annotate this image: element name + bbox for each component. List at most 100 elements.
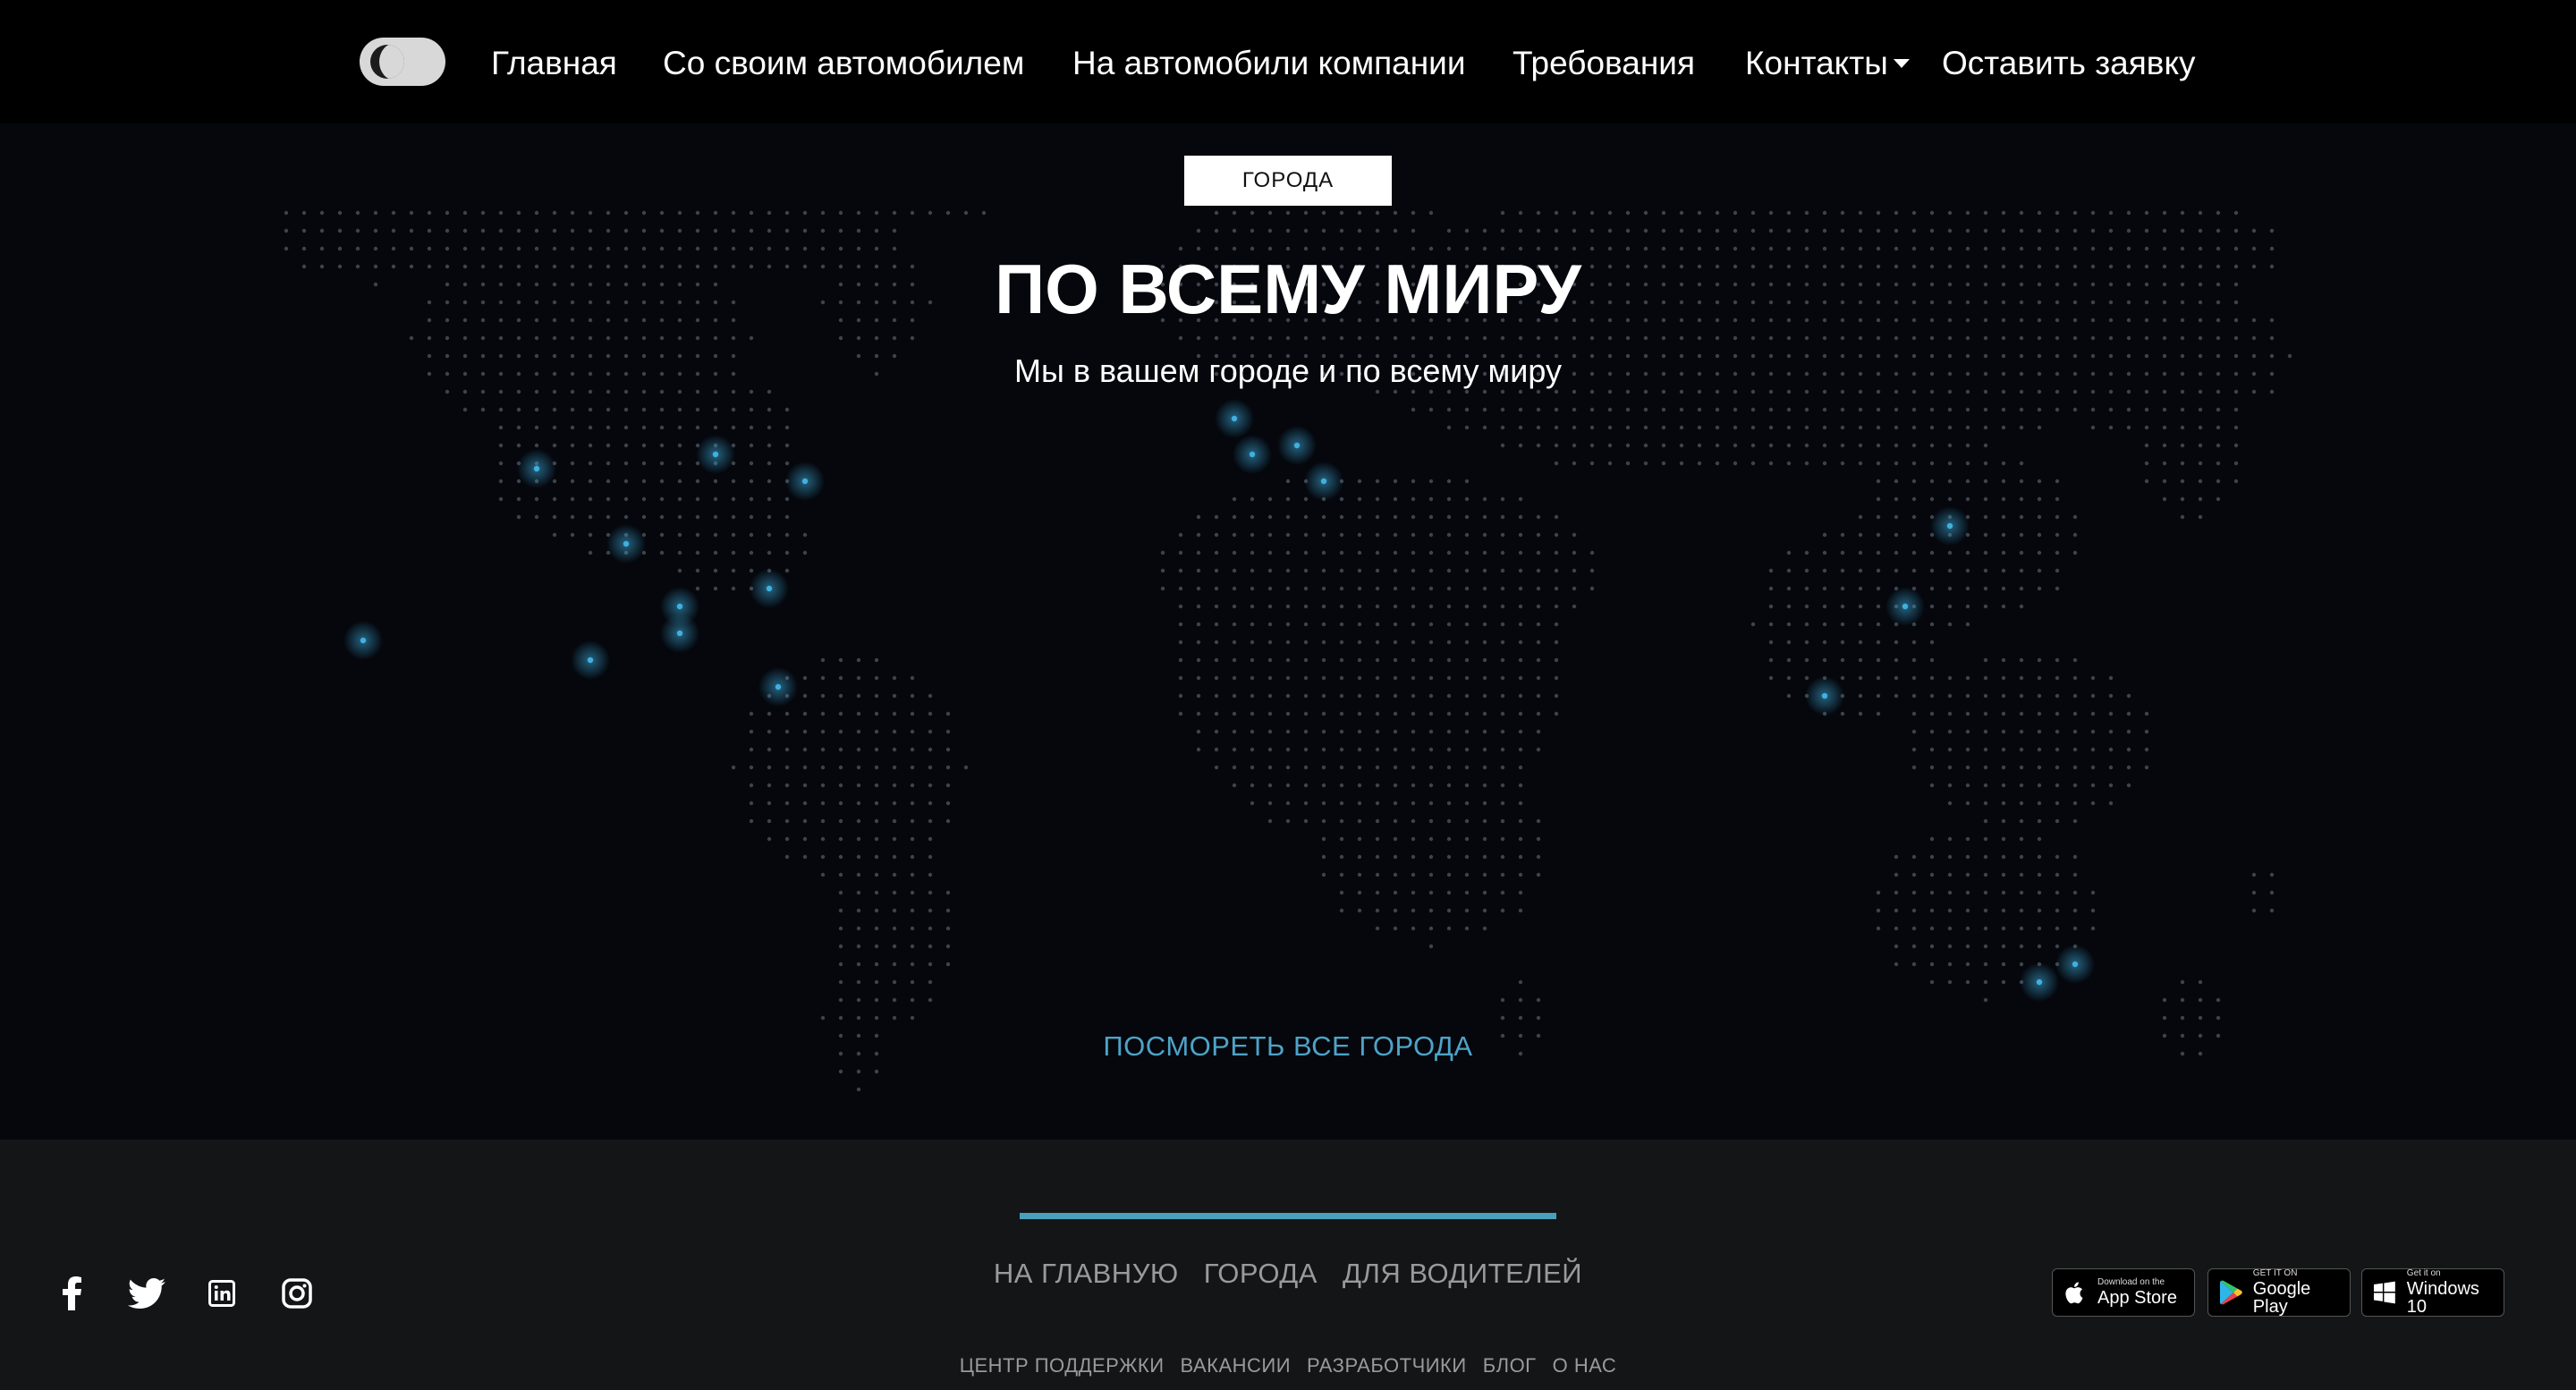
map-dot (1876, 586, 1881, 591)
map-dot (1428, 210, 1434, 216)
map-dot (2233, 443, 2239, 448)
map-dot (1929, 604, 1935, 609)
map-dot (1464, 729, 1470, 734)
map-dot (695, 496, 700, 502)
theme-toggle[interactable] (360, 38, 445, 86)
map-dot (2198, 335, 2203, 341)
map-dot (588, 425, 593, 430)
footer-link-drivers[interactable]: ДЛЯ ВОДИТЕЛЕЙ (1343, 1258, 1582, 1290)
map-dot (1464, 765, 1470, 770)
map-dot (1303, 586, 1309, 591)
map-dot (910, 944, 915, 949)
map-dot (1894, 496, 1899, 502)
map-dot (1858, 640, 1863, 645)
map-dot (1518, 228, 1523, 233)
map-dot (856, 854, 861, 860)
map-dot (2126, 729, 2131, 734)
footer-link-blog[interactable]: БЛОГ (1483, 1354, 1537, 1377)
map-dot (2090, 729, 2096, 734)
map-dot (784, 836, 790, 842)
google-play-badge[interactable]: GET IT ON Google Play (2207, 1268, 2351, 1317)
map-dot (1607, 335, 1613, 341)
map-dot (910, 872, 915, 877)
map-dot (1661, 425, 1666, 430)
view-all-cities-link[interactable]: ПОСМОРЕТЬ ВСЕ ГОРОДА (0, 1030, 2576, 1063)
map-dot (1178, 335, 1183, 341)
map-dot (856, 657, 861, 663)
map-dot (945, 926, 951, 931)
map-dot (2216, 479, 2221, 484)
map-dot (1518, 783, 1523, 788)
map-dot (1428, 640, 1434, 645)
map-dot (1947, 210, 1953, 216)
map-dot (1840, 407, 1845, 412)
map-dot (2019, 550, 2024, 555)
city-dot (1320, 478, 1327, 485)
map-dot (1446, 604, 1452, 609)
map-dot (1947, 944, 1953, 949)
map-dot (2037, 854, 2042, 860)
map-dot (2055, 729, 2060, 734)
map-dot (1983, 443, 1988, 448)
map-dot (713, 407, 718, 412)
map-dot (767, 747, 772, 752)
map-dot (1482, 586, 1487, 591)
map-dot (1786, 407, 1792, 412)
map-dot (1876, 514, 1881, 520)
map-dot (2055, 657, 2060, 663)
map-dot (802, 675, 808, 681)
map-dot (2072, 908, 2078, 913)
map-dot (1983, 783, 1988, 788)
map-dot (1768, 461, 1774, 466)
city-dot (2072, 961, 2079, 968)
map-dot (1411, 836, 1416, 842)
map-dot (1965, 335, 1970, 341)
map-dot (1876, 210, 1881, 216)
map-dot (2198, 210, 2203, 216)
map-dot (516, 335, 521, 341)
map-dot (1482, 568, 1487, 573)
map-dot (1178, 640, 1183, 645)
nav-company-cars[interactable]: На автомобили компании (1072, 43, 1466, 84)
map-dot (1250, 228, 1255, 233)
map-dot (1375, 872, 1380, 877)
map-dot (2180, 997, 2185, 1003)
map-dot (2037, 210, 2042, 216)
map-dot (856, 675, 861, 681)
app-store-badge[interactable]: Download on the App Store (2052, 1268, 2195, 1317)
map-dot (1464, 550, 1470, 555)
footer-link-home[interactable]: НА ГЛАВНУЮ (994, 1258, 1179, 1290)
map-dot (892, 693, 897, 699)
nav-home[interactable]: Главная (491, 43, 617, 84)
map-dot (1411, 479, 1416, 484)
map-dot (2037, 801, 2042, 806)
map-dot (820, 801, 826, 806)
footer-link-developers[interactable]: РАЗРАБОТЧИКИ (1307, 1354, 1467, 1377)
map-dot (1339, 675, 1344, 681)
map-dot (588, 443, 593, 448)
map-dot (2001, 586, 2006, 591)
map-dot (2162, 997, 2167, 1003)
footer-link-vacancies[interactable]: ВАКАНСИИ (1181, 1354, 1292, 1377)
map-dot (1536, 836, 1541, 842)
map-dot (588, 496, 593, 502)
footer-link-cities[interactable]: ГОРОДА (1204, 1258, 1318, 1290)
map-dot (874, 693, 879, 699)
nav-requirements[interactable]: Требования (1513, 43, 1695, 84)
map-dot (1214, 747, 1219, 752)
nav-own-car[interactable]: Со своим автомобилем (663, 43, 1024, 84)
nav-contacts-dropdown[interactable]: Контакты (1745, 43, 1888, 84)
map-dot (1375, 836, 1380, 842)
footer-link-about[interactable]: О НАС (1553, 1354, 1617, 1377)
map-dot (1357, 747, 1362, 752)
windows-store-badge[interactable]: Get it on Windows 10 (2361, 1268, 2504, 1317)
map-dot (820, 783, 826, 788)
map-dot (1285, 586, 1291, 591)
map-dot (1518, 640, 1523, 645)
map-dot (1428, 586, 1434, 591)
nav-apply[interactable]: Оставить заявку (1942, 43, 2196, 84)
footer-link-support[interactable]: ЦЕНТР ПОДДЕРЖКИ (960, 1354, 1165, 1377)
map-dot (1482, 872, 1487, 877)
map-dot (928, 962, 933, 967)
map-dot (1250, 514, 1255, 520)
